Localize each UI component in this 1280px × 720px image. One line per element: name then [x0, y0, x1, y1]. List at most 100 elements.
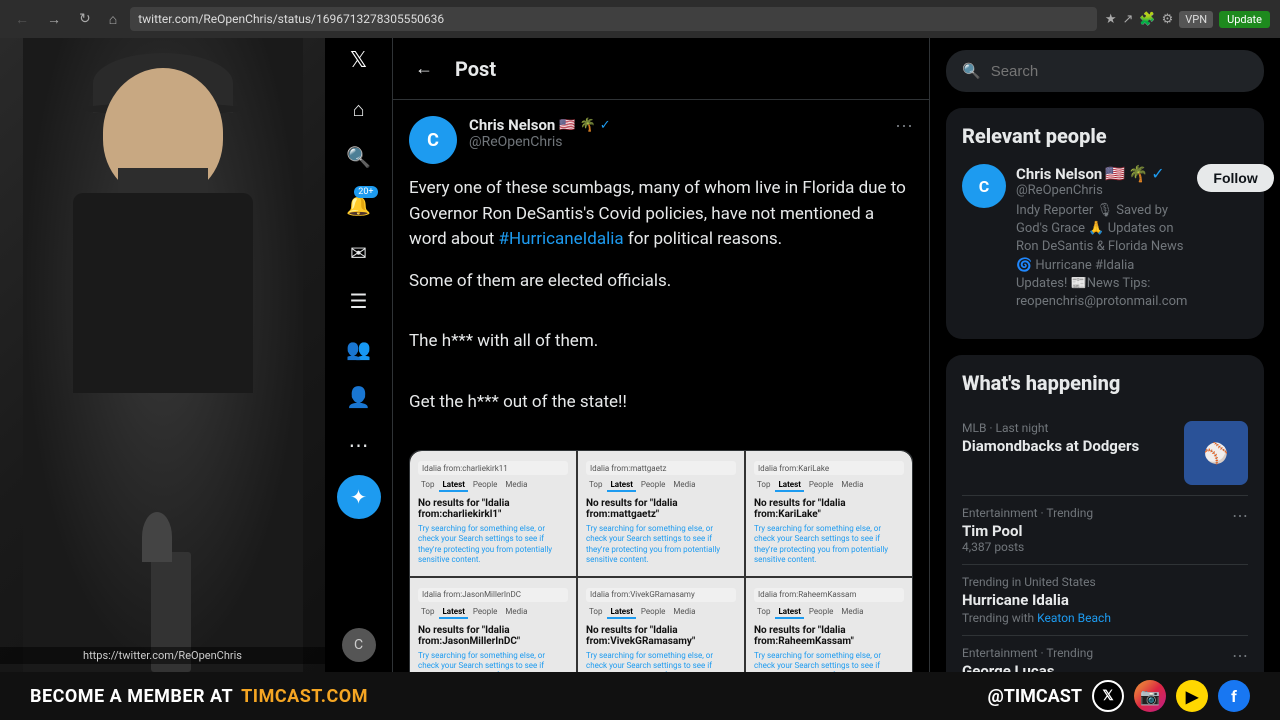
- happening-timpool-title: Tim Pool: [962, 522, 1093, 540]
- relevant-person-avatar[interactable]: C: [962, 164, 1006, 208]
- image-cell-4: Idalia from:JasonMillerInDC Top Latest P…: [410, 578, 576, 672]
- tweet-image-attachment[interactable]: Idalia from:charliekirk11 Top Latest Peo…: [409, 450, 913, 672]
- mic-head: [142, 512, 172, 562]
- browser-chrome: ← → ↻ ⌂ twitter.com/ReOpenChris/status/1…: [0, 0, 1280, 38]
- search-icon: 🔍: [962, 62, 981, 80]
- banner-right: @TIMCAST 𝕏 📷 ▶ f: [988, 680, 1250, 712]
- relevant-people-section: Relevant people C Chris Nelson 🇺🇸 🌴 ✓ @R…: [946, 108, 1264, 339]
- back-arrow-button[interactable]: ←: [409, 52, 439, 85]
- happening-hurricane-title: Hurricane Idalia: [962, 591, 1248, 609]
- post-title: Post: [455, 57, 496, 81]
- happening-mlb-thumb: ⚾: [1184, 421, 1248, 485]
- vpn-button[interactable]: VPN: [1179, 11, 1213, 28]
- sidebar-item-notifications[interactable]: 🔔 20+: [337, 183, 381, 227]
- facebook-social-icon[interactable]: f: [1218, 680, 1250, 712]
- more-icon: ⋯: [349, 433, 369, 457]
- reload-button[interactable]: ↻: [74, 8, 96, 30]
- tweet-avatar[interactable]: C: [409, 116, 457, 164]
- relevant-person-avatar-letter: C: [979, 177, 989, 196]
- sidebar-item-messages[interactable]: ✉: [337, 231, 381, 275]
- update-button[interactable]: Update: [1219, 11, 1270, 28]
- whats-happening-title: What's happening: [962, 371, 1248, 395]
- settings-icon[interactable]: ⚙: [1162, 12, 1174, 27]
- twitter-right-sidebar: 🔍 Relevant people C Chris Nelson 🇺🇸 🌴 ✓ …: [930, 38, 1280, 672]
- happening-timpool-more[interactable]: ⋯: [1232, 506, 1248, 525]
- search-box[interactable]: 🔍: [946, 50, 1264, 92]
- address-bar[interactable]: twitter.com/ReOpenChris/status/169671327…: [130, 7, 1097, 31]
- flag-badge: 🇺🇸: [559, 118, 575, 133]
- main-area: https://twitter.com/ReOpenChris 𝕏 ⌂ 🔍 🔔 …: [0, 38, 1280, 672]
- search-input[interactable]: [991, 63, 1248, 80]
- become-member-text: BECOME A MEMBER AT: [30, 686, 233, 707]
- bookmark-icon[interactable]: ★: [1105, 12, 1117, 27]
- person-silhouette: [23, 38, 303, 672]
- image-cell-6: Idalia from:RaheemKassam Top Latest Peop…: [746, 578, 912, 672]
- twitter-main-content[interactable]: ← Post C Chris Nelson 🇺🇸 🌴 ✓ @ReOpenChri…: [393, 38, 930, 672]
- tweet-container: C Chris Nelson 🇺🇸 🌴 ✓ @ReOpenChris ⋯ Eve…: [393, 100, 929, 672]
- avatar[interactable]: C: [342, 628, 376, 662]
- happening-mlb-meta: MLB · Last night: [962, 421, 1139, 435]
- happening-lucas-text: Entertainment · Trending George Lucas: [962, 646, 1093, 672]
- twitter-sidebar: 𝕏 ⌂ 🔍 🔔 20+ ✉ ☰ 👥 👤 ⋯ ✦ C: [325, 38, 393, 672]
- timcast-url-text[interactable]: TIMCAST.COM: [241, 686, 368, 707]
- instagram-social-icon[interactable]: 📷: [1134, 680, 1166, 712]
- image-cell-3: Idalia from:KariLake Top Latest People M…: [746, 451, 912, 576]
- twitter-x-social-icon[interactable]: 𝕏: [1092, 680, 1124, 712]
- sidebar-item-explore[interactable]: 🔍: [337, 135, 381, 179]
- happening-mlb-title: Diamondbacks at Dodgers: [962, 437, 1139, 455]
- at-timcast-text: @TIMCAST: [988, 686, 1082, 707]
- tweet-line3: The h*** with all of them.: [409, 329, 913, 355]
- notification-badge: 20+: [354, 186, 377, 198]
- keaton-beach-link[interactable]: Keaton Beach: [1037, 611, 1111, 625]
- verified-badge: ✓: [600, 118, 611, 133]
- tweet-author-row: C Chris Nelson 🇺🇸 🌴 ✓ @ReOpenChris ⋯: [409, 116, 913, 164]
- home-button[interactable]: ⌂: [104, 8, 122, 31]
- happening-timpool-row: Entertainment · Trending Tim Pool 4,387 …: [962, 506, 1248, 554]
- happening-item-hurricane[interactable]: Trending in United States Hurricane Idal…: [962, 565, 1248, 636]
- extension-icon[interactable]: 🧩: [1139, 12, 1155, 27]
- image-cell-1: Idalia from:charliekirk11 Top Latest Peo…: [410, 451, 576, 576]
- happening-item-lucas[interactable]: Entertainment · Trending George Lucas ⋯: [962, 636, 1248, 672]
- happening-timpool-text: Entertainment · Trending Tim Pool 4,387 …: [962, 506, 1093, 554]
- tweet-author-name[interactable]: Chris Nelson: [469, 116, 555, 134]
- whats-happening-section: What's happening MLB · Last night Diamon…: [946, 355, 1264, 672]
- hashtag-hurricaneidalia[interactable]: #HurricaneIdalia: [499, 229, 624, 249]
- image-cell-5: Idalia from:VivekGRamasamy Top Latest Pe…: [578, 578, 744, 672]
- sidebar-item-communities[interactable]: 👥: [337, 327, 381, 371]
- happening-mlb-text: MLB · Last night Diamondbacks at Dodgers: [962, 421, 1139, 455]
- happening-lucas-title: George Lucas: [962, 662, 1093, 672]
- happening-item-mlb[interactable]: MLB · Last night Diamondbacks at Dodgers…: [962, 411, 1248, 496]
- sidebar-item-home[interactable]: ⌂: [337, 87, 381, 131]
- compose-icon: ✦: [350, 485, 367, 509]
- url-text: twitter.com/ReOpenChris/status/169671327…: [138, 12, 444, 26]
- sidebar-item-profile[interactable]: 👤: [337, 375, 381, 419]
- relevant-verified-badge: ✓: [1151, 164, 1164, 183]
- happening-hurricane-meta: Trending in United States: [962, 575, 1248, 589]
- follow-button[interactable]: Follow: [1197, 164, 1273, 192]
- happening-mlb-row: MLB · Last night Diamondbacks at Dodgers…: [962, 421, 1248, 485]
- happening-item-timpool[interactable]: Entertainment · Trending Tim Pool 4,387 …: [962, 496, 1248, 565]
- happening-timpool-meta: Entertainment · Trending: [962, 506, 1093, 520]
- tweet-author-info: Chris Nelson 🇺🇸 🌴 ✓ @ReOpenChris: [469, 116, 883, 150]
- happening-lucas-more[interactable]: ⋯: [1232, 646, 1248, 665]
- relevant-person-name[interactable]: Chris Nelson: [1016, 165, 1102, 183]
- tweet-body-text: Every one of these scumbags, many of who…: [409, 176, 913, 253]
- x-logo[interactable]: 𝕏: [350, 48, 368, 73]
- tweet-line4: Get the h*** out of the state!!: [409, 390, 913, 416]
- forward-button[interactable]: →: [42, 8, 66, 31]
- tweet-author-handle[interactable]: @ReOpenChris: [469, 134, 883, 150]
- relevant-person-handle[interactable]: @ReOpenChris: [1016, 183, 1187, 198]
- sidebar-item-lists[interactable]: ☰: [337, 279, 381, 323]
- person-head: [103, 68, 223, 198]
- compose-button[interactable]: ✦: [337, 475, 381, 519]
- webcam-person: [0, 38, 325, 672]
- back-button[interactable]: ←: [10, 8, 34, 31]
- sidebar-item-more[interactable]: ⋯: [337, 423, 381, 467]
- bottom-banner: BECOME A MEMBER AT TIMCAST.COM @TIMCAST …: [0, 672, 1280, 720]
- image-cell-2: Idalia from:mattgaetz Top Latest People …: [578, 451, 744, 576]
- relevant-person-bio: Indy Reporter 🎙 Saved by God's Grace 🙏 U…: [1016, 202, 1187, 311]
- relevant-flag-badge: 🇺🇸: [1105, 164, 1125, 183]
- tweet-more-button[interactable]: ⋯: [895, 116, 913, 137]
- share-icon[interactable]: ↗: [1123, 12, 1134, 27]
- youtube-social-icon[interactable]: ▶: [1176, 680, 1208, 712]
